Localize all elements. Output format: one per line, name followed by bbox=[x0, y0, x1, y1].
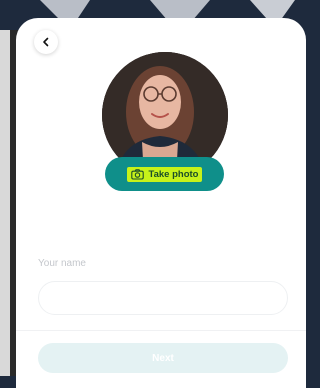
back-button[interactable] bbox=[34, 30, 58, 54]
name-field-label: Your name bbox=[38, 258, 86, 269]
next-button[interactable]: Next bbox=[38, 343, 288, 373]
chevron-left-icon bbox=[43, 37, 49, 47]
next-button-label: Next bbox=[152, 352, 174, 364]
name-input[interactable] bbox=[38, 281, 288, 315]
footer-divider bbox=[16, 330, 306, 331]
camera-icon bbox=[130, 168, 144, 180]
take-photo-button[interactable]: Take photo bbox=[105, 157, 224, 191]
profile-setup-card: Take photo Your name Next bbox=[16, 18, 306, 388]
take-photo-highlight: Take photo bbox=[126, 166, 203, 182]
take-photo-label: Take photo bbox=[148, 168, 199, 180]
